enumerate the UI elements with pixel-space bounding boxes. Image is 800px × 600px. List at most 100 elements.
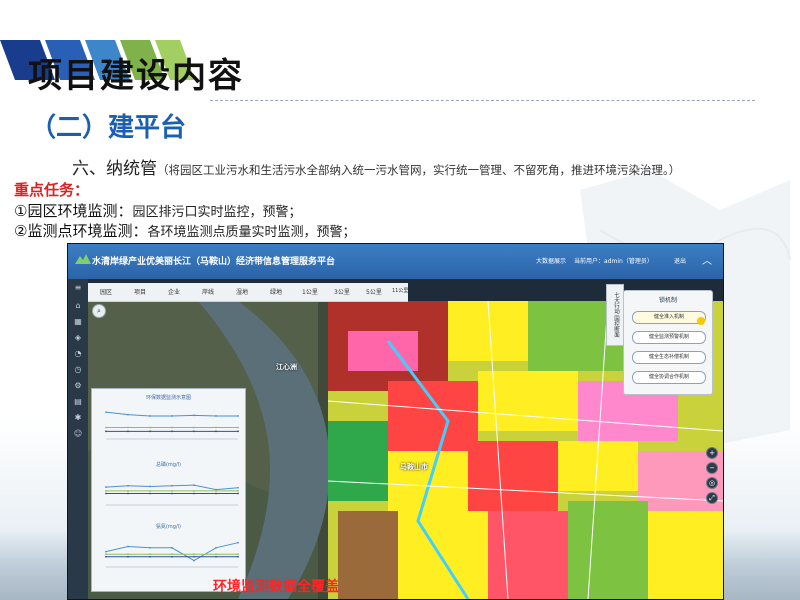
data-point bbox=[171, 546, 173, 549]
tab-item[interactable]: 项目 bbox=[134, 287, 146, 296]
data-point bbox=[171, 426, 173, 429]
layer-toggle-tab[interactable]: 七大行动 国控断面 bbox=[606, 284, 624, 346]
data-point bbox=[215, 430, 217, 433]
menu-icon[interactable]: ≡ bbox=[73, 283, 83, 293]
data-point bbox=[149, 492, 151, 495]
mechanism-button[interactable]: 健全准入机制 bbox=[632, 311, 706, 324]
layers-icon[interactable]: ◈ bbox=[73, 333, 83, 343]
chart-title: 氨氮(mg/l) bbox=[155, 524, 182, 530]
data-point bbox=[105, 550, 107, 553]
data-point bbox=[171, 555, 173, 558]
mechanism-button[interactable]: 健全生态补偿机制 bbox=[632, 351, 706, 364]
data-point bbox=[105, 553, 107, 556]
data-point bbox=[149, 555, 151, 558]
data-point bbox=[193, 559, 195, 562]
slide-subtitle: （二）建平台 bbox=[30, 113, 187, 143]
mechanism-button[interactable]: 健全监测预警机制 bbox=[632, 331, 706, 344]
tab-item[interactable]: 湿地 bbox=[236, 287, 248, 296]
data-point bbox=[105, 490, 107, 492]
data-point bbox=[127, 545, 129, 548]
tab-item[interactable]: 1公里 bbox=[302, 287, 318, 296]
series-line bbox=[105, 542, 239, 562]
chevron-up-icon[interactable]: ︿ bbox=[702, 252, 712, 267]
home-icon[interactable]: ⌂ bbox=[73, 301, 83, 311]
tab-item[interactable]: 3公里 bbox=[334, 287, 350, 296]
tab-item[interactable]: 11公里 bbox=[392, 287, 408, 294]
data-point bbox=[193, 492, 195, 495]
data-point bbox=[193, 484, 195, 487]
data-point bbox=[171, 492, 173, 495]
data-point bbox=[193, 490, 195, 492]
app-header: 水清岸绿产业优美丽长江（马鞍山）经济带信息管理服务平台 大数据展示 当前用户：ad… bbox=[68, 244, 723, 279]
key-tasks-label: 重点任务： bbox=[14, 181, 90, 199]
data-point bbox=[193, 553, 195, 556]
fullscreen-icon[interactable]: ⤢ bbox=[706, 492, 718, 504]
chart-title: 总磷(mg/l) bbox=[155, 462, 182, 468]
monitoring-chart-panel: 环保数据监测示意图 总磷(mg/l) 氨氮(mg/l) bbox=[91, 388, 246, 592]
data-point bbox=[237, 492, 239, 495]
item-six: 六、纳统管（将园区工业污水和生活污水全部纳入统一污水管网，实行统一管理、不留死角… bbox=[72, 154, 680, 179]
data-point bbox=[149, 430, 151, 433]
data-point bbox=[215, 555, 217, 558]
data-point bbox=[149, 426, 151, 429]
data-point bbox=[171, 553, 173, 556]
data-point bbox=[193, 430, 195, 433]
zoom-out-icon[interactable]: − bbox=[706, 462, 718, 474]
exit-button[interactable]: 退出 bbox=[674, 256, 686, 265]
clock-icon[interactable]: ◷ bbox=[73, 365, 83, 375]
grid-icon[interactable]: ▦ bbox=[73, 317, 83, 327]
data-point bbox=[105, 486, 107, 488]
platform-window: 水清岸绿产业优美丽长江（马鞍山）经济带信息管理服务平台 大数据展示 当前用户：ad… bbox=[67, 243, 724, 600]
data-point bbox=[171, 415, 173, 417]
item-six-heading: 六、纳统管 bbox=[72, 159, 157, 179]
zoom-in-icon[interactable]: + bbox=[706, 447, 718, 459]
data-point bbox=[127, 430, 129, 433]
data-point bbox=[215, 492, 217, 495]
settings-icon[interactable]: ⚙ bbox=[73, 381, 83, 391]
data-point bbox=[105, 411, 107, 414]
locate-icon[interactable]: ◎ bbox=[706, 477, 718, 489]
layer-tab-label: 七大行动 bbox=[613, 292, 619, 315]
app-sidebar: ≡ ⌂ ▦ ◈ ◔ ◷ ⚙ ▤ ✱ ☺ bbox=[68, 279, 88, 599]
data-point bbox=[237, 541, 239, 544]
data-point bbox=[127, 555, 129, 558]
task-description: 各环境监测点质量实时监测，预警； bbox=[147, 225, 356, 240]
item-six-note: （将园区工业污水和生活污水全部纳入统一污水管网，实行统一管理、不留死角，推进环境… bbox=[157, 163, 681, 177]
tab-item[interactable]: 绿地 bbox=[270, 287, 282, 296]
data-point bbox=[127, 490, 129, 492]
data-point bbox=[105, 430, 107, 433]
data-point bbox=[237, 486, 239, 489]
task-item: ①园区环境监测：园区排污口实时监控，预警； bbox=[14, 200, 301, 221]
layer-tab-label-2: 国控断面 bbox=[613, 315, 619, 338]
app-title: 水清岸绿产业优美丽长江（马鞍山）经济带信息管理服务平台 bbox=[92, 257, 336, 267]
ammonia-chart bbox=[105, 541, 239, 568]
big-data-link[interactable]: 大数据展示 bbox=[536, 258, 566, 265]
map-label: 马鞍山市 bbox=[400, 463, 428, 471]
tab-item[interactable]: 岸线 bbox=[202, 287, 214, 296]
chart-panel-title: 环保数据监测示意图 bbox=[145, 395, 191, 401]
task-description: 园区排污口实时监控，预警； bbox=[132, 205, 302, 220]
data-point bbox=[237, 490, 239, 492]
pie-icon[interactable]: ◔ bbox=[73, 349, 83, 359]
data-point bbox=[105, 426, 107, 429]
tab-item[interactable]: 企业 bbox=[168, 287, 180, 296]
data-point bbox=[215, 426, 217, 429]
layer-tabs: 园区 项目 企业 岸线 湿地 绿地 1公里 3公里 5公里 11公里 bbox=[88, 283, 408, 302]
task-number: ② bbox=[14, 222, 28, 240]
data-point bbox=[237, 415, 239, 417]
tab-item[interactable]: 园区 bbox=[100, 287, 112, 296]
user-icon[interactable]: ☺ bbox=[73, 429, 83, 439]
mechanism-panel: 锁机制 健全准入机制 健全监测预警机制 健全生态补偿机制 健全协调合作机制 bbox=[623, 290, 713, 395]
chart-icon[interactable]: ▤ bbox=[73, 397, 83, 407]
mechanism-button[interactable]: 健全协调合作机制 bbox=[632, 371, 706, 384]
search-icon[interactable]: ⌕ bbox=[92, 304, 106, 318]
phosphorus-chart bbox=[105, 484, 239, 506]
task-name: 监测点环境监测： bbox=[27, 222, 148, 240]
data-point bbox=[171, 490, 173, 492]
map-controls: + − ◎ ⤢ bbox=[704, 444, 718, 504]
gear-icon[interactable]: ✱ bbox=[73, 413, 83, 423]
data-point bbox=[149, 546, 151, 549]
tab-item[interactable]: 5公里 bbox=[366, 287, 382, 296]
current-user: 当前用户：admin（管理员） bbox=[574, 258, 653, 265]
logo-icon bbox=[75, 254, 91, 264]
